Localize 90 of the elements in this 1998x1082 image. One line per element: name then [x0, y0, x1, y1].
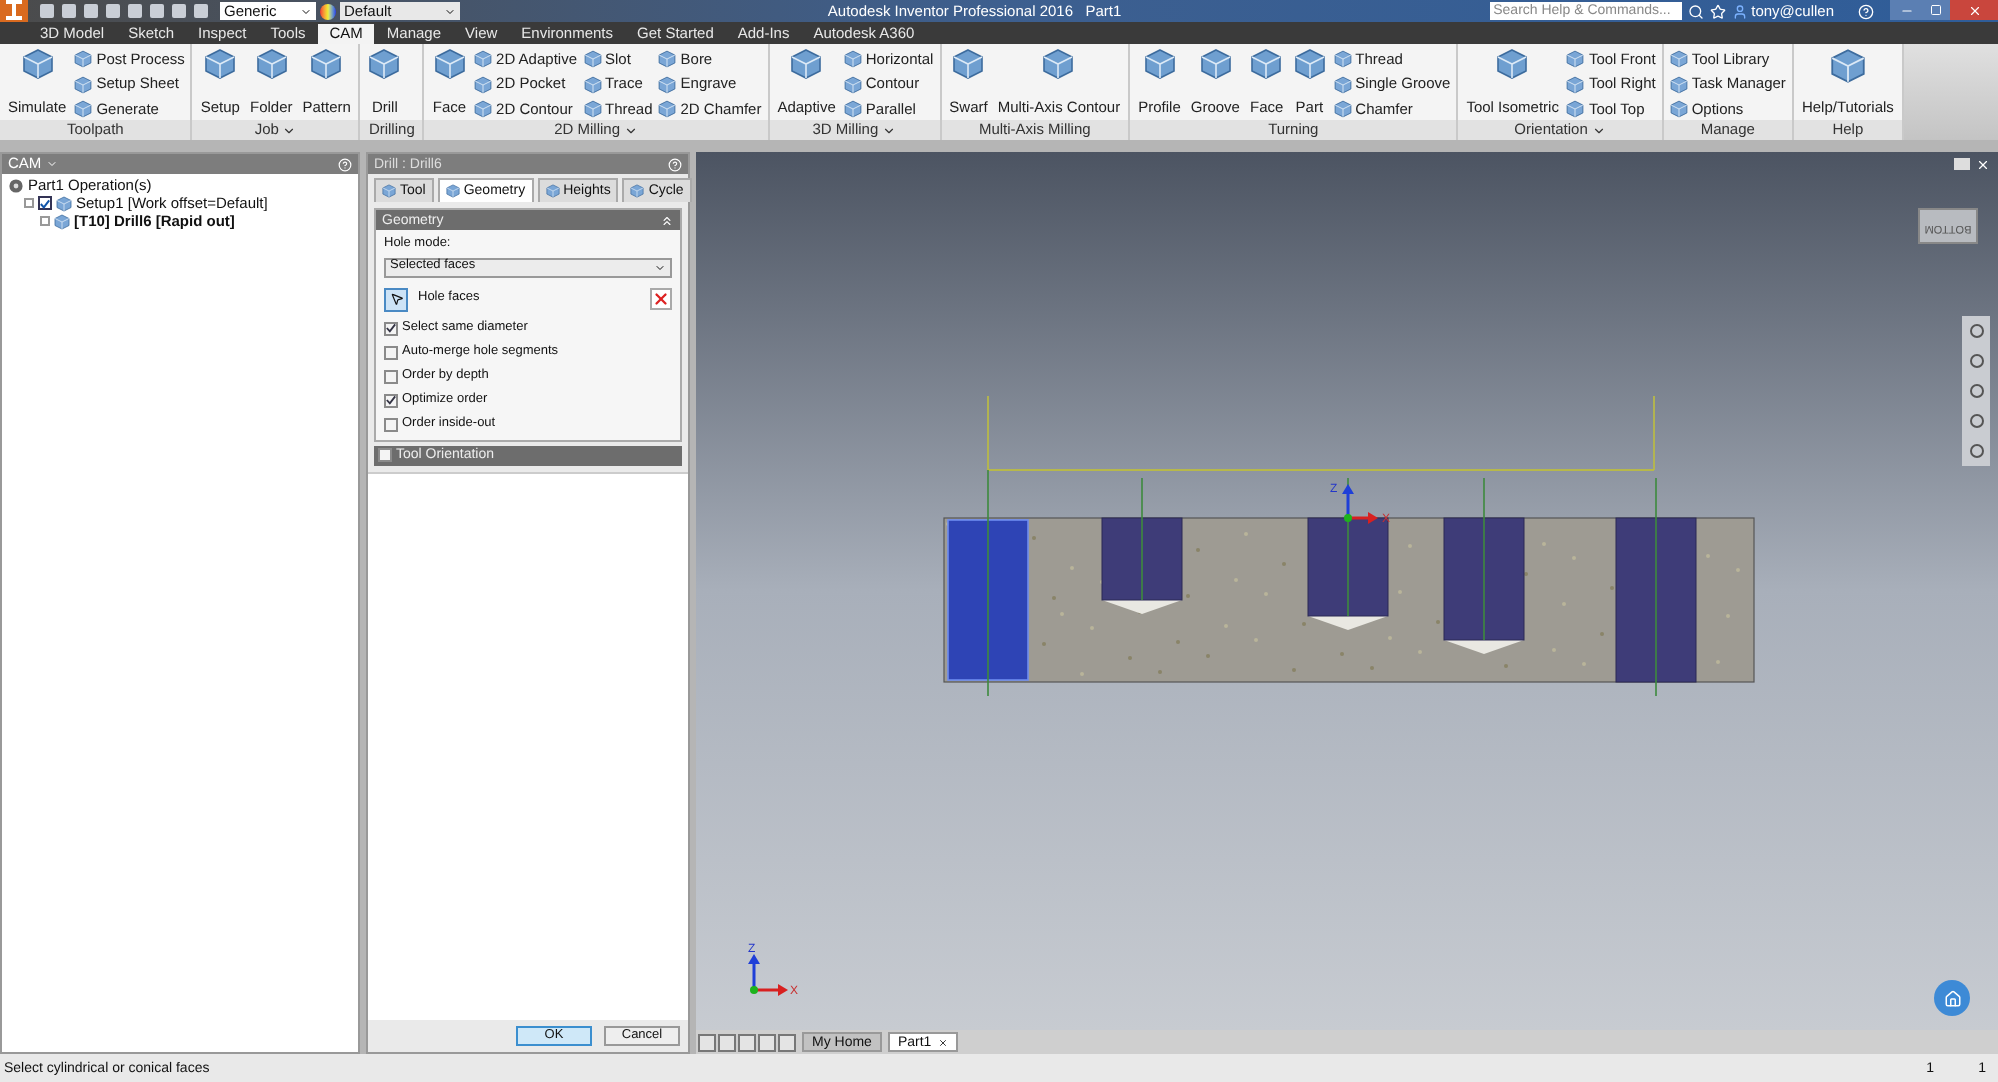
block-icon — [1669, 50, 1688, 68]
check-icon — [40, 197, 50, 209]
search-icon[interactable] — [1687, 3, 1704, 19]
block-icon — [382, 184, 396, 198]
caret-icon — [444, 5, 456, 17]
clear-button[interactable] — [650, 288, 672, 310]
help-icon[interactable] — [338, 157, 352, 171]
block-icon — [433, 48, 466, 80]
block-icon — [1496, 48, 1529, 80]
block-icon — [1566, 75, 1585, 93]
block-icon — [1566, 50, 1585, 68]
block-icon — [545, 184, 560, 198]
caret-icon — [282, 123, 297, 137]
close-button[interactable] — [1950, 0, 1998, 20]
block-icon — [843, 50, 862, 68]
block-icon — [1669, 75, 1688, 93]
i-beam-icon — [6, 0, 22, 20]
user-icon[interactable] — [1731, 3, 1748, 19]
caret-icon — [654, 261, 666, 273]
navigation-icon[interactable] — [1969, 324, 1983, 338]
block-icon — [1669, 100, 1688, 118]
block-icon — [1829, 48, 1866, 84]
help-icon[interactable] — [668, 157, 682, 171]
checkbox[interactable] — [384, 345, 398, 359]
pointer-icon — [389, 292, 403, 306]
help-icon[interactable] — [1858, 3, 1874, 19]
navigation-icon[interactable] — [1969, 354, 1983, 368]
block-icon — [74, 100, 93, 118]
caret-icon — [300, 5, 312, 17]
checkbox[interactable] — [384, 393, 398, 407]
block-icon — [1250, 48, 1283, 80]
block-icon — [474, 50, 493, 68]
block-icon — [1143, 48, 1176, 80]
block-icon — [204, 48, 237, 80]
block-icon — [1566, 100, 1585, 118]
block-icon — [630, 184, 645, 198]
block-icon — [1293, 48, 1326, 80]
block-icon — [474, 75, 493, 93]
home-button[interactable] — [1934, 980, 1970, 1016]
maximize-button[interactable] — [1922, 0, 1950, 20]
block-icon — [445, 184, 460, 198]
block-icon — [583, 50, 601, 68]
block-icon — [310, 48, 343, 80]
check-icon — [386, 394, 396, 406]
block-icon — [843, 100, 862, 118]
block-icon — [658, 100, 677, 118]
close-icon[interactable] — [1976, 158, 1990, 172]
block-icon — [583, 100, 601, 118]
block-icon — [583, 75, 601, 93]
block-icon — [255, 48, 288, 80]
block-icon — [74, 50, 93, 68]
collapse-icon[interactable] — [660, 213, 674, 227]
block-icon — [658, 75, 677, 93]
block-icon — [658, 50, 677, 68]
caret-icon — [624, 123, 638, 137]
color-icon — [320, 3, 336, 19]
block-icon — [1199, 48, 1232, 80]
axis-arrows — [1342, 484, 1378, 524]
block-icon — [474, 100, 493, 118]
block-icon — [790, 48, 823, 80]
caret-icon — [1591, 123, 1606, 137]
block-icon — [952, 48, 985, 80]
axis-arrows — [748, 954, 788, 996]
star-icon[interactable] — [1709, 3, 1726, 19]
block-icon — [843, 75, 862, 93]
caret-icon — [45, 158, 58, 170]
checkbox[interactable] — [38, 196, 52, 210]
block-icon — [1333, 75, 1352, 93]
select-button[interactable] — [384, 287, 408, 311]
navigation-icon[interactable] — [1969, 384, 1983, 398]
block-icon — [368, 48, 401, 80]
check-icon — [386, 322, 396, 334]
home-icon — [1943, 989, 1961, 1007]
block-icon — [1333, 100, 1352, 118]
block-icon — [1333, 50, 1352, 68]
checkbox[interactable] — [384, 321, 398, 335]
caret-icon — [882, 123, 897, 137]
checkbox[interactable] — [384, 417, 398, 431]
checkbox[interactable] — [384, 369, 398, 383]
app-logo[interactable] — [0, 0, 28, 22]
minimize-button[interactable] — [1890, 0, 1922, 20]
checkbox[interactable] — [378, 448, 392, 462]
maximize-icon — [1930, 4, 1942, 16]
navigation-icon[interactable] — [1969, 444, 1983, 458]
block-icon — [1042, 48, 1075, 80]
block-icon — [21, 48, 54, 80]
close-icon — [652, 290, 670, 308]
block-icon — [74, 75, 93, 93]
navigation-icon[interactable] — [1969, 414, 1983, 428]
close-icon — [1967, 3, 1981, 17]
